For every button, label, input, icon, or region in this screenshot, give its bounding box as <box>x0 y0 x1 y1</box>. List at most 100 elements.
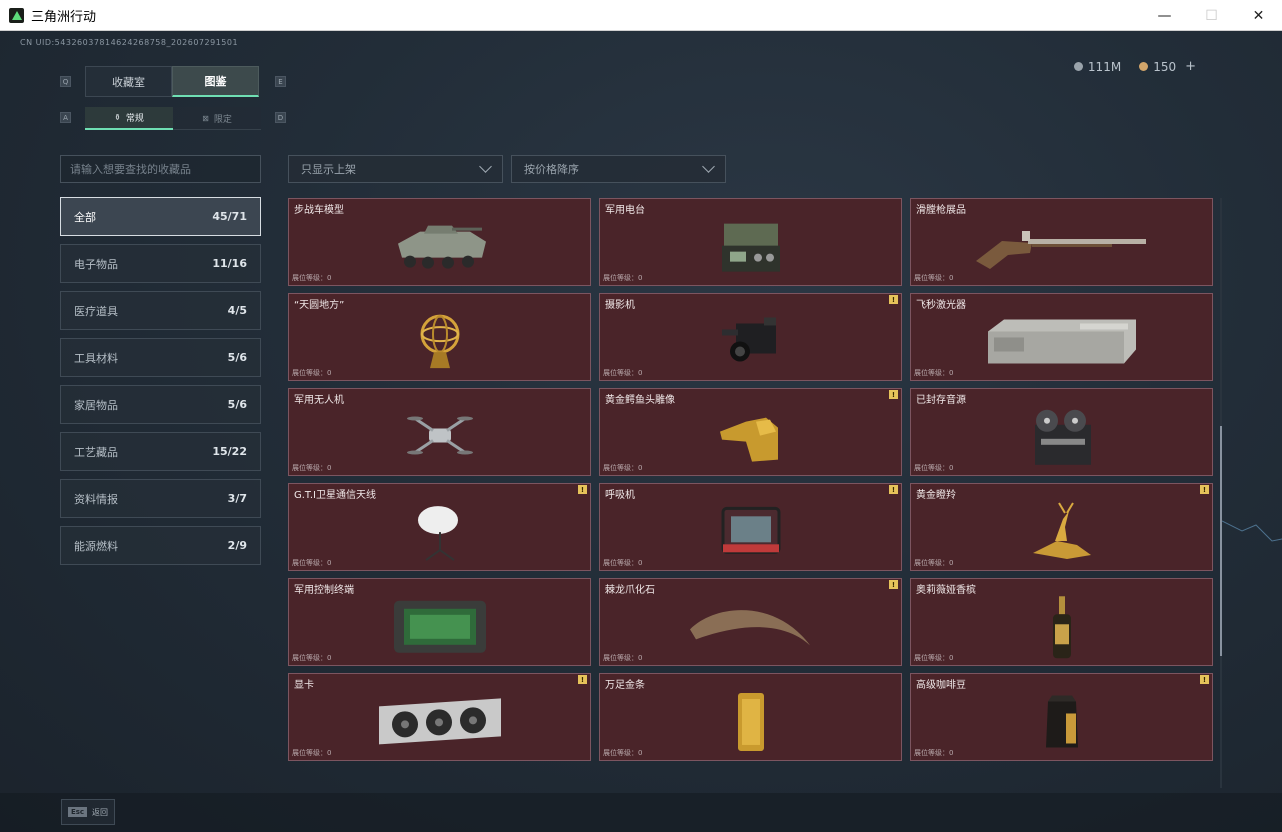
category-all[interactable]: 全部 45/71 <box>60 197 261 236</box>
ventilator-icon <box>721 506 780 554</box>
item-card[interactable]: 飞秒激光器 展位等级：0 <box>910 293 1213 381</box>
champagne-bottle-icon <box>1052 596 1071 659</box>
drone-icon <box>406 416 473 455</box>
armillary-sphere-icon <box>420 314 459 369</box>
add-currency-button[interactable]: + <box>1185 59 1196 74</box>
window-title: 三角洲行动 <box>31 9 97 25</box>
category-household[interactable]: 家居物品 5/6 <box>60 385 261 424</box>
item-card[interactable]: 显卡 ! 展位等级：0 <box>288 673 591 761</box>
item-name: 黄金瞪羚 <box>916 490 956 501</box>
reel-tape-recorder-icon <box>1034 409 1091 465</box>
item-card[interactable]: 呼吸机 ! 展位等级：0 <box>599 483 902 571</box>
item-name: 棘龙爪化石 <box>605 585 655 596</box>
category-tools[interactable]: 工具材料 5/6 <box>60 338 261 377</box>
category-count: 5/6 <box>227 351 247 364</box>
category-intel[interactable]: 资料情报 3/7 <box>60 479 261 518</box>
item-card[interactable]: 万足金条 展位等级：0 <box>599 673 902 761</box>
item-card[interactable]: 黄金鳄鱼头雕像 ! 展位等级：0 <box>599 388 902 476</box>
item-name: 摄影机 <box>605 300 635 311</box>
main-tabs: 收藏室 图鉴 <box>85 66 259 97</box>
item-card[interactable]: 步战车模型 展位等级：0 <box>288 198 591 286</box>
tab-collection-room[interactable]: 收藏室 <box>85 66 172 97</box>
listed-filter-label: 只显示上架 <box>301 163 356 176</box>
tab-codex[interactable]: 图鉴 <box>172 66 259 97</box>
alert-badge-icon: ! <box>889 295 898 304</box>
minimize-button[interactable]: — <box>1141 0 1188 31</box>
item-name: “天圆地方” <box>294 300 345 311</box>
player-uid: CN UID:54326037814624268758_202607291501 <box>20 38 239 47</box>
subtab-limited[interactable]: ⊠ 限定 <box>173 107 261 130</box>
regular-icon: ⚱ <box>114 113 121 122</box>
item-level: 展位等级：0 <box>603 559 643 567</box>
item-card[interactable]: 军用控制终端 展位等级：0 <box>288 578 591 666</box>
app-logo-icon <box>9 7 24 23</box>
alert-badge-icon: ! <box>1200 485 1209 494</box>
category-energy[interactable]: 能源燃料 2/9 <box>60 526 261 565</box>
category-count: 4/5 <box>227 304 247 317</box>
item-card[interactable]: 高级咖啡豆 ! 展位等级：0 <box>910 673 1213 761</box>
item-card[interactable]: “天圆地方” 展位等级：0 <box>288 293 591 381</box>
window-titlebar: 三角洲行动 — ☐ ✕ <box>0 0 1282 31</box>
back-button[interactable]: Esc 返回 <box>61 799 115 825</box>
item-card[interactable]: 军用电台 展位等级：0 <box>599 198 902 286</box>
item-level: 展位等级：0 <box>292 559 332 567</box>
coffee-bag-icon <box>1045 695 1078 748</box>
maximize-button[interactable]: ☐ <box>1188 0 1235 31</box>
category-count: 2/9 <box>227 539 247 552</box>
femtosecond-laser-icon <box>987 319 1136 364</box>
item-level: 展位等级：0 <box>292 274 332 282</box>
alert-badge-icon: ! <box>578 485 587 494</box>
item-name: 呼吸机 <box>605 490 635 501</box>
item-name: 黄金鳄鱼头雕像 <box>605 395 675 406</box>
item-name: 军用控制终端 <box>294 585 354 596</box>
item-name: 已封存音源 <box>916 395 966 406</box>
alert-badge-icon: ! <box>889 390 898 399</box>
game-viewport: CN UID:54326037814624268758_202607291501… <box>0 31 1282 832</box>
currency-bar: 111M 150 + <box>1073 59 1196 74</box>
item-card[interactable]: G.T.I卫星通信天线 ! 展位等级：0 <box>288 483 591 571</box>
dinosaur-claw-fossil-icon <box>689 610 810 646</box>
military-radio-icon <box>721 223 780 272</box>
item-level: 展位等级：0 <box>292 369 332 377</box>
golden-gazelle-icon <box>1032 502 1091 559</box>
graphics-card-icon <box>378 698 501 745</box>
key-hint-d: D <box>275 112 286 123</box>
item-name: 万足金条 <box>605 680 645 691</box>
sort-label: 按价格降序 <box>524 163 579 176</box>
category-label: 全部 <box>74 210 96 224</box>
listed-filter-dropdown[interactable]: 只显示上架 <box>288 155 503 183</box>
item-name: G.T.I卫星通信天线 <box>294 490 376 501</box>
bottom-bar <box>0 793 1282 832</box>
item-level: 展位等级：0 <box>914 274 954 282</box>
category-electronics[interactable]: 电子物品 11/16 <box>60 244 261 283</box>
search-input[interactable]: 请输入想要查找的收藏品 <box>60 155 261 183</box>
item-card[interactable]: 军用无人机 展位等级：0 <box>288 388 591 476</box>
item-level: 展位等级：0 <box>914 749 954 757</box>
item-level: 展位等级：0 <box>292 464 332 472</box>
back-label: 返回 <box>92 807 109 817</box>
item-level: 展位等级：0 <box>914 464 954 472</box>
category-list: 全部 45/71 电子物品 11/16 医疗道具 4/5 工具材料 5/6 家居物品 5/… <box>60 197 261 573</box>
key-hint-a: A <box>60 112 71 123</box>
window-controls: — ☐ ✕ <box>1141 0 1282 31</box>
subtab-regular[interactable]: ⚱ 常规 <box>85 107 173 130</box>
sort-dropdown[interactable]: 按价格降序 <box>511 155 726 183</box>
gold-currency: 150 + <box>1139 59 1196 74</box>
item-level: 展位等级：0 <box>603 464 643 472</box>
ifv-model-icon <box>397 225 486 269</box>
item-level: 展位等级：0 <box>603 369 643 377</box>
item-card[interactable]: 棘龙爪化石 ! 展位等级：0 <box>599 578 902 666</box>
category-count: 15/22 <box>212 445 247 458</box>
item-card[interactable]: 滑膛枪展品 展位等级：0 <box>910 198 1213 286</box>
lightning-decoration-icon <box>1222 520 1282 542</box>
item-card[interactable]: 奥莉薇娅香槟 展位等级：0 <box>910 578 1213 666</box>
item-card[interactable]: 黄金瞪羚 ! 展位等级：0 <box>910 483 1213 571</box>
item-card[interactable]: 已封存音源 展位等级：0 <box>910 388 1213 476</box>
close-button[interactable]: ✕ <box>1235 0 1282 31</box>
category-medical[interactable]: 医疗道具 4/5 <box>60 291 261 330</box>
silver-coin-icon <box>1073 62 1083 71</box>
item-card[interactable]: 摄影机 ! 展位等级：0 <box>599 293 902 381</box>
alert-badge-icon: ! <box>889 580 898 589</box>
key-hint-q: Q <box>60 76 71 87</box>
category-crafts[interactable]: 工艺藏品 15/22 <box>60 432 261 471</box>
